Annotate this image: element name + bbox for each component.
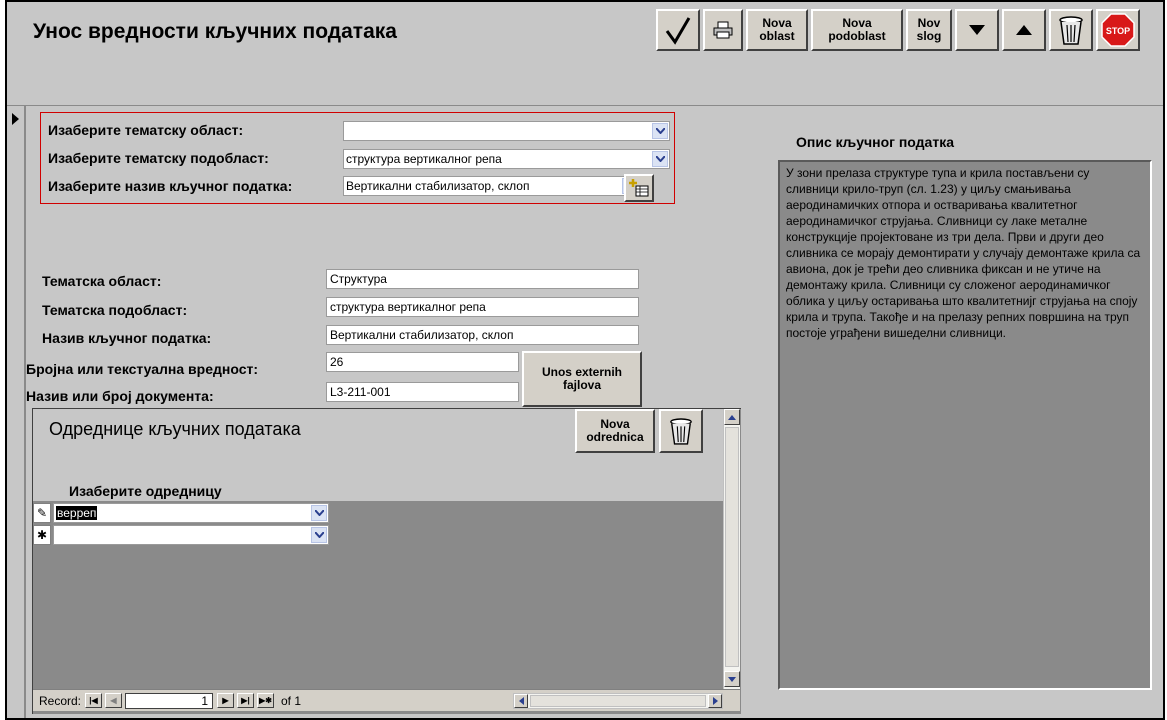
new-record-button[interactable]: Nov slog <box>906 9 952 51</box>
document-field[interactable]: L3-211-001 <box>326 382 519 402</box>
scroll-up-button[interactable] <box>724 409 740 425</box>
previous-record-icon: ◀ <box>110 696 117 705</box>
keyword-value: верреп <box>56 506 98 520</box>
record-navigation-bar: Record: |◀ ◀ 1 ▶ ▶| ▶✱ of 1 <box>33 689 740 711</box>
next-record-button[interactable] <box>955 9 999 51</box>
print-button[interactable] <box>703 9 743 51</box>
new-subarea-button[interactable]: Nova podoblast <box>811 9 903 51</box>
form-detail: Изаберите тематску област: Изаберите тем… <box>26 106 1163 718</box>
select-subarea-label: Изаберите тематску подобласт: <box>48 150 269 166</box>
stop-sign-icon: STOP <box>1101 13 1135 47</box>
chevron-down-icon <box>728 676 736 682</box>
keydata-label: Назив кључног податка: <box>42 330 212 346</box>
keyword-column-label: Изаберите одредницу <box>69 483 222 499</box>
new-keyword-label: Nova odrednica <box>586 417 644 444</box>
subarea-field[interactable]: структура вертикалног репа <box>326 297 639 317</box>
document-label: Назив или број документа: <box>26 388 214 404</box>
new-record-nav-button[interactable]: ▶✱ <box>257 693 274 708</box>
value-field[interactable]: 26 <box>326 352 519 372</box>
keydata-field[interactable]: Вертикални стабилизатор, склоп <box>326 325 639 345</box>
new-record-icon: ▶✱ <box>259 696 272 705</box>
keyword-new-combo[interactable] <box>53 525 329 545</box>
select-keydata-label: Изаберите назив кључног податка: <box>48 178 293 194</box>
new-subarea-label: Nova podoblast <box>828 16 886 43</box>
external-files-label: Unos externih fajlova <box>541 365 622 392</box>
current-record-field[interactable]: 1 <box>125 693 213 709</box>
scroll-thumb[interactable] <box>725 427 739 667</box>
new-row-asterisk-icon[interactable]: ✱ <box>33 525 51 545</box>
add-keydata-button[interactable] <box>624 174 654 202</box>
arrow-down-icon <box>969 25 985 35</box>
description-text[interactable]: У зони прелаза структуре тупа и крила по… <box>778 160 1152 690</box>
record-count: of 1 <box>281 694 302 708</box>
trash-icon <box>1059 16 1083 45</box>
subarea-label: Тематска подобласт: <box>42 302 188 318</box>
chevron-down-icon[interactable] <box>652 123 668 139</box>
form-window: Унос вредности кључних података Nova obl… <box>5 0 1165 720</box>
printer-icon <box>713 21 733 39</box>
checkmark-icon <box>665 17 691 45</box>
new-record-label: Nov slog <box>916 16 942 43</box>
select-keydata-value: Вертикални стабилизатор, склоп <box>346 179 530 193</box>
trash-icon <box>670 418 692 445</box>
horizontal-scroll-thumb[interactable] <box>530 695 706 707</box>
delete-record-button[interactable] <box>1049 9 1093 51</box>
stop-button[interactable]: STOP <box>1096 9 1140 51</box>
stop-label: STOP <box>1106 26 1130 36</box>
value-label: Бројна или текстуална вредност: <box>26 361 259 377</box>
delete-keyword-button[interactable] <box>659 409 703 453</box>
last-record-button[interactable]: ▶| <box>237 693 254 708</box>
select-subarea-combo[interactable]: структура вертикалног репа <box>343 149 670 169</box>
scroll-right-button[interactable] <box>708 694 722 708</box>
chevron-up-icon <box>728 414 736 420</box>
chevron-left-icon <box>518 697 524 705</box>
next-record-icon: ▶ <box>222 696 229 705</box>
scroll-left-button[interactable] <box>514 694 528 708</box>
scroll-down-button[interactable] <box>724 671 740 687</box>
form-header: Унос вредности кључних података Nova obl… <box>7 2 1163 106</box>
arrow-up-icon <box>1016 25 1032 35</box>
area-label: Тематска област: <box>42 273 162 289</box>
new-keyword-button[interactable]: Nova odrednica <box>575 409 655 453</box>
select-area-combo[interactable] <box>343 121 670 141</box>
vertical-scrollbar[interactable] <box>723 409 740 689</box>
first-record-button[interactable]: |◀ <box>85 693 102 708</box>
chevron-down-icon[interactable] <box>311 527 327 543</box>
first-record-icon: |◀ <box>89 696 98 705</box>
add-record-icon <box>629 179 649 197</box>
select-keydata-combo[interactable]: Вертикални стабилизатор, склоп <box>343 176 640 196</box>
page-title: Унос вредности кључних података <box>33 20 397 43</box>
select-subarea-value: структура вертикалног репа <box>346 152 502 166</box>
subform-title: Одреднице кључних података <box>49 419 301 439</box>
select-area-label: Изаберите тематску област: <box>48 122 244 138</box>
keyword-subform: Одреднице кључних података Nova odrednic… <box>32 408 741 714</box>
next-record-nav-button[interactable]: ▶ <box>217 693 234 708</box>
save-button[interactable] <box>656 9 700 51</box>
area-field[interactable]: Структура <box>326 269 639 289</box>
subform-header: Одреднице кључних података Nova odrednic… <box>33 409 723 501</box>
previous-record-button[interactable] <box>1002 9 1046 51</box>
horizontal-scrollbar[interactable] <box>513 693 723 709</box>
description-title: Опис кључног податка <box>796 134 954 150</box>
chevron-down-icon[interactable] <box>652 151 668 167</box>
chevron-down-icon[interactable] <box>311 505 327 521</box>
previous-record-nav-button[interactable]: ◀ <box>105 693 122 708</box>
new-area-label: Nova oblast <box>759 16 795 43</box>
chevron-right-icon <box>712 697 718 705</box>
row-editing-pencil-icon[interactable]: ✎ <box>33 503 51 523</box>
current-record-arrow-icon <box>12 113 19 125</box>
last-record-icon: ▶| <box>241 696 250 705</box>
external-files-button[interactable]: Unos externih fajlova <box>522 351 642 407</box>
new-area-button[interactable]: Nova oblast <box>746 9 808 51</box>
record-label: Record: <box>39 694 82 708</box>
keyword-combo[interactable]: верреп <box>53 503 329 523</box>
record-selector-bar[interactable] <box>7 106 25 718</box>
